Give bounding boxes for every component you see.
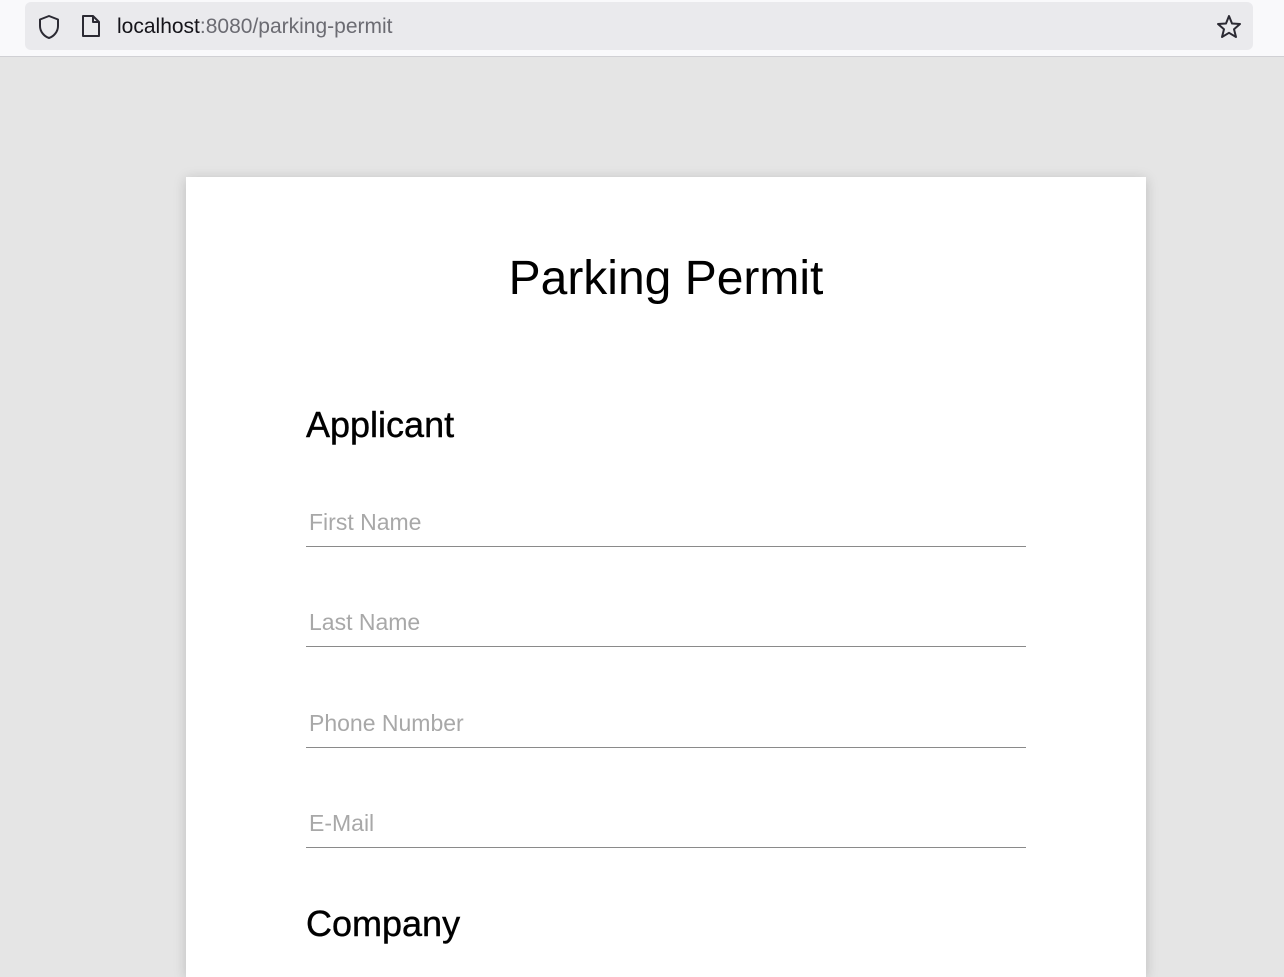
url-path: :8080/parking-permit bbox=[199, 15, 393, 38]
section-heading-company: Company bbox=[306, 903, 461, 944]
phone-number-field[interactable] bbox=[306, 700, 1026, 748]
page-icon[interactable] bbox=[80, 14, 102, 38]
section-heading-applicant: Applicant bbox=[306, 404, 455, 445]
bookmark-star-icon[interactable] bbox=[1215, 13, 1243, 41]
shield-icon[interactable] bbox=[36, 14, 62, 40]
first-name-field[interactable] bbox=[306, 499, 1026, 547]
page-title: Parking Permit bbox=[508, 252, 824, 305]
last-name-field[interactable] bbox=[306, 599, 1026, 647]
url-host: localhost bbox=[117, 15, 200, 38]
browser-toolbar: localhost:8080/parking-permit bbox=[0, 0, 1284, 57]
email-field[interactable] bbox=[306, 800, 1026, 848]
form-card: Parking Permit Applicant Company bbox=[186, 177, 1146, 977]
url-text[interactable]: localhost:8080/parking-permit bbox=[117, 14, 393, 40]
